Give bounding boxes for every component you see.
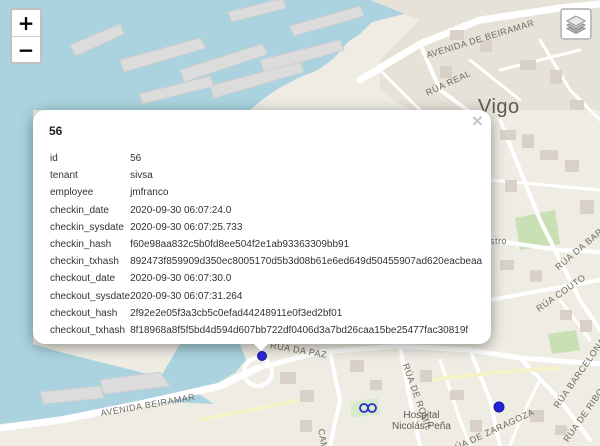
layers-icon xyxy=(565,15,587,35)
field-value: 2020-09-30 06:07:25.733 xyxy=(130,221,243,233)
field-value: 2020-09-30 06:07:24.0 xyxy=(130,204,232,216)
field-name: checkout_txhash xyxy=(50,324,126,336)
field-value: 2020-09-30 06:07:30.0 xyxy=(130,273,232,285)
popup-row-checkout-sysdate: checkout_sysdate 2020-09-30 06:07:31.264 xyxy=(50,288,482,305)
popup-row-checkout-date: checkout_date 2020-09-30 06:07:30.0 xyxy=(50,270,482,287)
field-value: f60e98aa832c5b0fd8ee504f2e1ab93363309bb9… xyxy=(130,239,350,251)
field-name: checkout_date xyxy=(50,273,116,285)
popup-row-checkout-txhash: checkout_txhash 8f18968a8f5f5bd4d594d607b… xyxy=(50,322,482,339)
popup-row-checkin-hash: checkin_hash f60e98aa832c5b0fd8ee504f2e1a… xyxy=(50,236,482,253)
popup-row-employee: employee jmfranco xyxy=(50,184,482,201)
map[interactable]: AVENIDA DE BEIRAMAR RÚA REAL Vigo stro R… xyxy=(0,0,600,446)
field-name: checkin_date xyxy=(50,204,109,216)
layers-button[interactable] xyxy=(560,8,592,40)
field-value: jmfranco xyxy=(130,187,169,199)
field-name: checkin_txhash xyxy=(50,256,119,268)
close-icon[interactable]: × xyxy=(471,112,484,130)
field-value: 2020-09-30 06:07:31.264 xyxy=(130,290,243,302)
field-name: checkout_sysdate xyxy=(50,290,131,302)
zoom-in-button[interactable]: + xyxy=(12,10,40,36)
location-marker xyxy=(493,401,505,413)
field-name: checkin_sysdate xyxy=(50,221,124,233)
popup-row-tenant: tenant sivsa xyxy=(50,167,482,184)
popup-tip xyxy=(251,341,271,351)
popup-title: 56 xyxy=(49,124,63,138)
field-value: 2f92e2e05f3a3cb5c0efad44248911e0f3ed2bf0… xyxy=(130,307,343,319)
location-marker xyxy=(257,351,267,361)
field-value: 56 xyxy=(130,153,142,165)
popup-row-checkin-txhash: checkin_txhash 892473f859909d350ec8005170… xyxy=(50,253,482,270)
field-name: checkout_hash xyxy=(50,307,118,319)
street-label: stro xyxy=(490,236,508,246)
field-value: 892473f859909d350ec8005170d5b3d08b61e6ed… xyxy=(130,256,483,268)
field-name: checkin_hash xyxy=(50,239,112,251)
popup-row-checkin-sysdate: checkin_sysdate 2020-09-30 06:07:25.733 xyxy=(50,219,482,236)
field-name: tenant xyxy=(50,170,78,182)
field-value: sivsa xyxy=(130,170,153,182)
popup-row-id: id 56 xyxy=(50,150,482,167)
popup-row-checkin-date: checkin_date 2020-09-30 06:07:24.0 xyxy=(50,202,482,219)
marker-popup: × 56 id 56 tenant sivsa employee jmfranco chec… xyxy=(33,110,491,344)
field-name: employee xyxy=(50,187,94,199)
zoom-out-button[interactable]: − xyxy=(12,36,40,62)
zoom-control: + − xyxy=(10,8,42,64)
poi-label: Hospital Nicolás Peña xyxy=(392,410,451,432)
popup-details-table: id 56 tenant sivsa employee jmfranco checkin_d… xyxy=(50,150,482,339)
field-name: id xyxy=(50,153,58,165)
popup-row-checkout-hash: checkout_hash 2f92e2e05f3a3cb5c0efad44248… xyxy=(50,305,482,322)
field-value: 8f18968a8f5f5bd4d594d607bb722df0406d3a7b… xyxy=(130,324,469,336)
